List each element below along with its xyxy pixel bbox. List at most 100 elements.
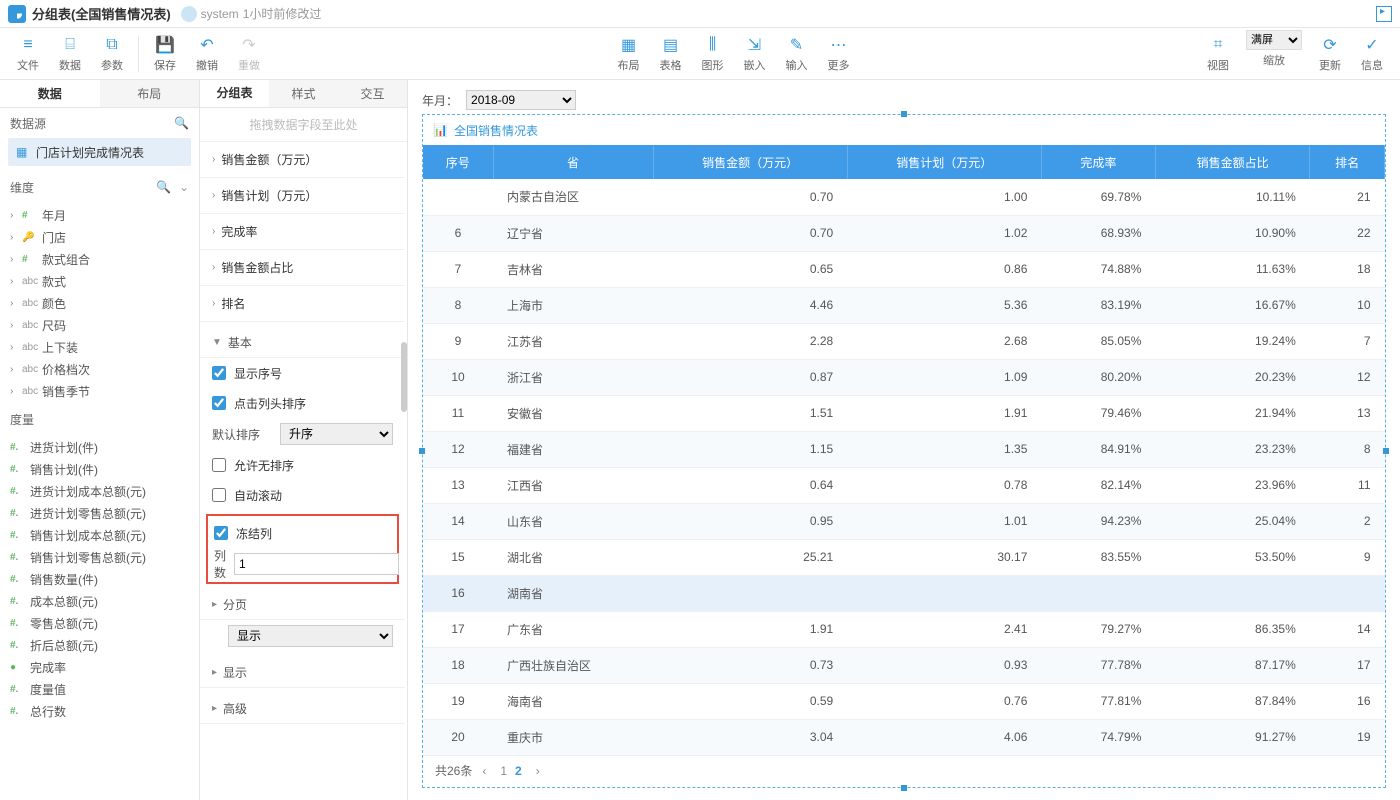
- expand-icon[interactable]: ›: [10, 298, 20, 309]
- allow-no-sort-checkbox[interactable]: [212, 458, 226, 472]
- advanced-group[interactable]: ▸高级: [200, 694, 405, 724]
- column-header[interactable]: 省: [493, 145, 653, 179]
- data-button[interactable]: ⌸数据: [50, 30, 90, 78]
- column-header[interactable]: 销售金额占比: [1155, 145, 1309, 179]
- datasource-item[interactable]: ▦ 门店计划完成情况表: [8, 138, 191, 166]
- tab-data[interactable]: 数据: [0, 80, 100, 107]
- dimension-item[interactable]: ›abc价格档次: [0, 358, 199, 380]
- table-button[interactable]: ▤表格: [651, 30, 691, 78]
- resize-handle-w[interactable]: [419, 448, 425, 454]
- measure-item[interactable]: #.进货计划成本总额(元): [0, 480, 199, 502]
- save-button[interactable]: 💾保存: [145, 30, 185, 78]
- freeze-col-checkbox[interactable]: [214, 526, 228, 540]
- tab-style[interactable]: 样式: [269, 80, 338, 107]
- show-index-checkbox[interactable]: [212, 366, 226, 380]
- table-row[interactable]: 10浙江省0.871.0980.20%20.23%12: [423, 359, 1385, 395]
- layout-button[interactable]: ▦布局: [609, 30, 649, 78]
- column-header[interactable]: 完成率: [1041, 145, 1155, 179]
- table-row[interactable]: 11安徽省1.511.9179.46%21.94%13: [423, 395, 1385, 431]
- view-button[interactable]: ⌗视图: [1198, 30, 1238, 78]
- undo-button[interactable]: ↶撤销: [187, 30, 227, 78]
- tab-layout[interactable]: 布局: [100, 80, 200, 107]
- field-item[interactable]: ›销售金额（万元）: [200, 142, 405, 178]
- measure-item[interactable]: #.折后总额(元): [0, 634, 199, 656]
- chevron-down-icon[interactable]: ⌄: [179, 180, 189, 194]
- chart-button[interactable]: ⫼图形: [693, 30, 733, 78]
- preview-icon[interactable]: [1376, 6, 1392, 22]
- resize-handle-n[interactable]: [901, 111, 907, 117]
- table-row[interactable]: 12福建省1.151.3584.91%23.23%8: [423, 431, 1385, 467]
- search-icon[interactable]: 🔍: [156, 180, 171, 194]
- pager-next[interactable]: ›: [536, 764, 540, 778]
- scrollbar-thumb[interactable]: [401, 342, 407, 412]
- field-item[interactable]: ›销售金额占比: [200, 250, 405, 286]
- resize-handle-e[interactable]: [1383, 448, 1389, 454]
- table-row[interactable]: 16湖南省: [423, 575, 1385, 611]
- more-button[interactable]: ⋯更多: [819, 30, 859, 78]
- measure-item[interactable]: #.销售计划零售总额(元): [0, 546, 199, 568]
- file-button[interactable]: ≡文件: [8, 30, 48, 78]
- measure-item[interactable]: #.总行数: [0, 700, 199, 722]
- tab-group-table[interactable]: 分组表: [200, 80, 269, 107]
- table-row[interactable]: 18广西壮族自治区0.730.9377.78%87.17%17: [423, 647, 1385, 683]
- col-count-input[interactable]: [234, 553, 399, 575]
- expand-icon[interactable]: ›: [10, 210, 20, 221]
- column-header[interactable]: 销售计划（万元）: [847, 145, 1041, 179]
- expand-icon[interactable]: ›: [10, 386, 20, 397]
- search-icon[interactable]: 🔍: [174, 116, 189, 130]
- field-item[interactable]: ›销售计划（万元）: [200, 178, 405, 214]
- column-header[interactable]: 排名: [1310, 145, 1385, 179]
- zoom-select[interactable]: 满屏: [1246, 30, 1302, 50]
- paging-group[interactable]: ▸分页: [200, 590, 405, 620]
- click-header-sort-checkbox[interactable]: [212, 396, 226, 410]
- measure-item[interactable]: ●完成率: [0, 656, 199, 678]
- info-button[interactable]: ✓信息: [1352, 30, 1392, 78]
- zoom-control[interactable]: 满屏 缩放: [1246, 30, 1302, 78]
- paging-select[interactable]: 显示: [228, 625, 393, 647]
- table-row[interactable]: 8上海市4.465.3683.19%16.67%10: [423, 287, 1385, 323]
- table-row[interactable]: 15湖北省25.2130.1783.55%53.50%9: [423, 539, 1385, 575]
- dimension-item[interactable]: ›abc销售季节: [0, 380, 199, 402]
- embed-button[interactable]: ⇲嵌入: [735, 30, 775, 78]
- expand-icon[interactable]: ›: [10, 232, 20, 243]
- pager-prev[interactable]: ‹: [482, 764, 486, 778]
- expand-icon[interactable]: ›: [10, 276, 20, 287]
- table-row[interactable]: 内蒙古自治区0.701.0069.78%10.11%21: [423, 179, 1385, 215]
- update-button[interactable]: ⟳更新: [1310, 30, 1350, 78]
- measure-item[interactable]: #.度量值: [0, 678, 199, 700]
- measure-item[interactable]: #.销售计划成本总额(元): [0, 524, 199, 546]
- table-row[interactable]: 6辽宁省0.701.0268.93%10.90%22: [423, 215, 1385, 251]
- field-item[interactable]: ›完成率: [200, 214, 405, 250]
- auto-scroll-checkbox[interactable]: [212, 488, 226, 502]
- measure-item[interactable]: #.销售计划(件): [0, 458, 199, 480]
- dimension-item[interactable]: ›🔑门店: [0, 226, 199, 248]
- measure-item[interactable]: #.零售总额(元): [0, 612, 199, 634]
- tab-interact[interactable]: 交互: [338, 80, 407, 107]
- default-sort-select[interactable]: 升序: [280, 423, 393, 445]
- dimension-item[interactable]: ›abc上下装: [0, 336, 199, 358]
- basic-group[interactable]: ▼基本: [200, 328, 405, 358]
- table-row[interactable]: 13江西省0.640.7882.14%23.96%11: [423, 467, 1385, 503]
- field-item[interactable]: ›排名: [200, 286, 405, 322]
- dimension-item[interactable]: ›abc款式: [0, 270, 199, 292]
- table-row[interactable]: 20重庆市3.044.0674.79%91.27%19: [423, 719, 1385, 755]
- table-row[interactable]: 19海南省0.590.7677.81%87.84%16: [423, 683, 1385, 719]
- table-row[interactable]: 14山东省0.951.0194.23%25.04%2: [423, 503, 1385, 539]
- table-widget[interactable]: 📊 全国销售情况表 序号省销售金额（万元）销售计划（万元）完成率销售金额占比排名…: [422, 114, 1386, 788]
- display-f-group[interactable]: ▸显示: [200, 658, 405, 688]
- input-button[interactable]: ✎输入: [777, 30, 817, 78]
- pager-page[interactable]: 1: [500, 764, 507, 778]
- table-row[interactable]: 17广东省1.912.4179.27%86.35%14: [423, 611, 1385, 647]
- measure-item[interactable]: #.进货计划零售总额(元): [0, 502, 199, 524]
- expand-icon[interactable]: ›: [10, 364, 20, 375]
- dimension-item[interactable]: ›#款式组合: [0, 248, 199, 270]
- drop-hint[interactable]: 拖拽数据字段至此处: [200, 108, 407, 142]
- expand-icon[interactable]: ›: [10, 320, 20, 331]
- redo-button[interactable]: ↷重做: [229, 30, 269, 78]
- params-button[interactable]: ⧉参数: [92, 30, 132, 78]
- table-row[interactable]: 9江苏省2.282.6885.05%19.24%7: [423, 323, 1385, 359]
- table-row[interactable]: 7吉林省0.650.8674.88%11.63%18: [423, 251, 1385, 287]
- expand-icon[interactable]: ›: [10, 342, 20, 353]
- column-header[interactable]: 销售金额（万元）: [653, 145, 847, 179]
- filter-month-select[interactable]: 2018-09: [466, 90, 576, 110]
